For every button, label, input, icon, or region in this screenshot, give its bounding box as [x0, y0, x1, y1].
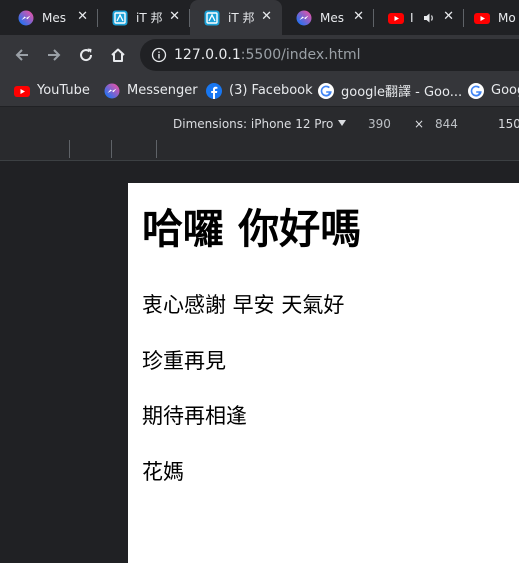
tab-title: iT 邦 [136, 11, 163, 25]
messenger-icon [296, 10, 312, 26]
device-select[interactable]: Dimensions: iPhone 12 Pro [173, 117, 347, 131]
bookmark-google[interactable]: Goog [468, 75, 519, 106]
page-heading: 哈囉 你好嗎 [142, 205, 362, 253]
device-width-field[interactable]: 390 [368, 117, 391, 131]
device-toolbar: Dimensions: iPhone 12 Pro 390 × 844 150 [0, 107, 519, 140]
bookmark-label: YouTube [37, 83, 90, 98]
tab-strip: Mes ✕ iT 邦 ✕ iT 邦 ✕ Mes ✕ I ✕ Mo [0, 0, 519, 35]
back-arrow-icon [15, 49, 28, 61]
paragraph: 衷心感謝 早安 天氣好 [142, 293, 345, 317]
browser-tab-youtube[interactable]: Mo [464, 0, 519, 35]
tab-close-icon[interactable]: ✕ [353, 10, 364, 24]
bookmark-google-translate[interactable]: google翻譯 - Goo... [318, 75, 462, 106]
site-info-icon[interactable] [151, 47, 167, 63]
tab-title: Mes [42, 10, 66, 25]
device-height-field[interactable]: 844 [435, 117, 458, 131]
tab-title: Mes [320, 10, 344, 25]
ithome-icon [204, 10, 220, 26]
breakpoint-mark[interactable] [111, 140, 112, 158]
google-icon [318, 82, 334, 99]
back-button[interactable] [6, 35, 38, 75]
browser-tab-ithome-active[interactable]: iT 邦 ✕ [190, 0, 282, 35]
url-text: 127.0.0.1:5500/index.html [174, 47, 361, 63]
youtube-icon [474, 10, 490, 26]
url-path: :5500/index.html [240, 47, 361, 63]
bookmark-label: google翻譯 - Goo... [341, 85, 463, 100]
reload-button[interactable] [70, 35, 102, 75]
page-viewport: 哈囉 你好嗎 衷心感謝 早安 天氣好 珍重再見 期待再相逢 花媽 [128, 183, 519, 563]
breakpoint-mark[interactable] [69, 140, 70, 158]
url-host: 127.0.0.1 [174, 47, 241, 63]
browser-tab-youtube-audio[interactable]: I ✕ [374, 0, 464, 35]
youtube-icon [388, 10, 404, 26]
bookmark-facebook[interactable]: (3) Facebook [206, 75, 313, 106]
home-icon [111, 48, 125, 62]
speaker-icon[interactable] [422, 11, 436, 25]
youtube-icon [14, 85, 30, 97]
paragraph: 珍重再見 [142, 349, 226, 373]
reload-icon [80, 48, 93, 62]
device-label: Dimensions: iPhone 12 Pro [173, 117, 334, 131]
browser-tab-ithome[interactable]: iT 邦 ✕ [98, 0, 190, 35]
tab-close-icon[interactable]: ✕ [169, 10, 180, 24]
times-sign: × [414, 117, 425, 131]
bookmark-youtube[interactable]: YouTube [14, 75, 90, 106]
browser-toolbar: 127.0.0.1:5500/index.html [0, 35, 519, 75]
facebook-icon [206, 82, 222, 99]
tab-close-icon[interactable]: ✕ [77, 10, 88, 24]
bookmark-label: Messenger [127, 83, 198, 98]
tab-title: iT 邦 [228, 11, 255, 25]
browser-tab-messenger-2[interactable]: Mes ✕ [282, 0, 374, 35]
media-query-bar [0, 140, 519, 161]
bookmarks-bar: YouTube Messenger (3) Facebook google翻譯 … [0, 75, 519, 107]
tab-close-icon[interactable]: ✕ [261, 10, 272, 24]
ithome-icon [112, 10, 128, 26]
address-bar[interactable]: 127.0.0.1:5500/index.html [140, 39, 519, 71]
forward-button[interactable] [38, 35, 70, 75]
tab-title: I [410, 10, 414, 25]
breakpoint-mark[interactable] [156, 140, 157, 158]
paragraph: 期待再相逢 [142, 404, 247, 428]
browser-tab-messenger[interactable]: Mes ✕ [4, 0, 98, 35]
tab-title: Mo [498, 10, 516, 25]
home-button[interactable] [102, 35, 134, 75]
bookmark-label: Goog [491, 83, 519, 98]
bookmark-messenger[interactable]: Messenger [104, 75, 198, 106]
messenger-icon [18, 10, 34, 26]
paragraph: 花媽 [142, 460, 184, 484]
zoom-select[interactable]: 150 [498, 117, 519, 131]
dropdown-arrow-icon [338, 120, 347, 126]
bookmark-label: (3) Facebook [229, 83, 313, 98]
tab-close-icon[interactable]: ✕ [443, 10, 454, 24]
messenger-icon [104, 83, 120, 98]
google-icon [468, 82, 484, 99]
forward-arrow-icon [48, 49, 61, 61]
